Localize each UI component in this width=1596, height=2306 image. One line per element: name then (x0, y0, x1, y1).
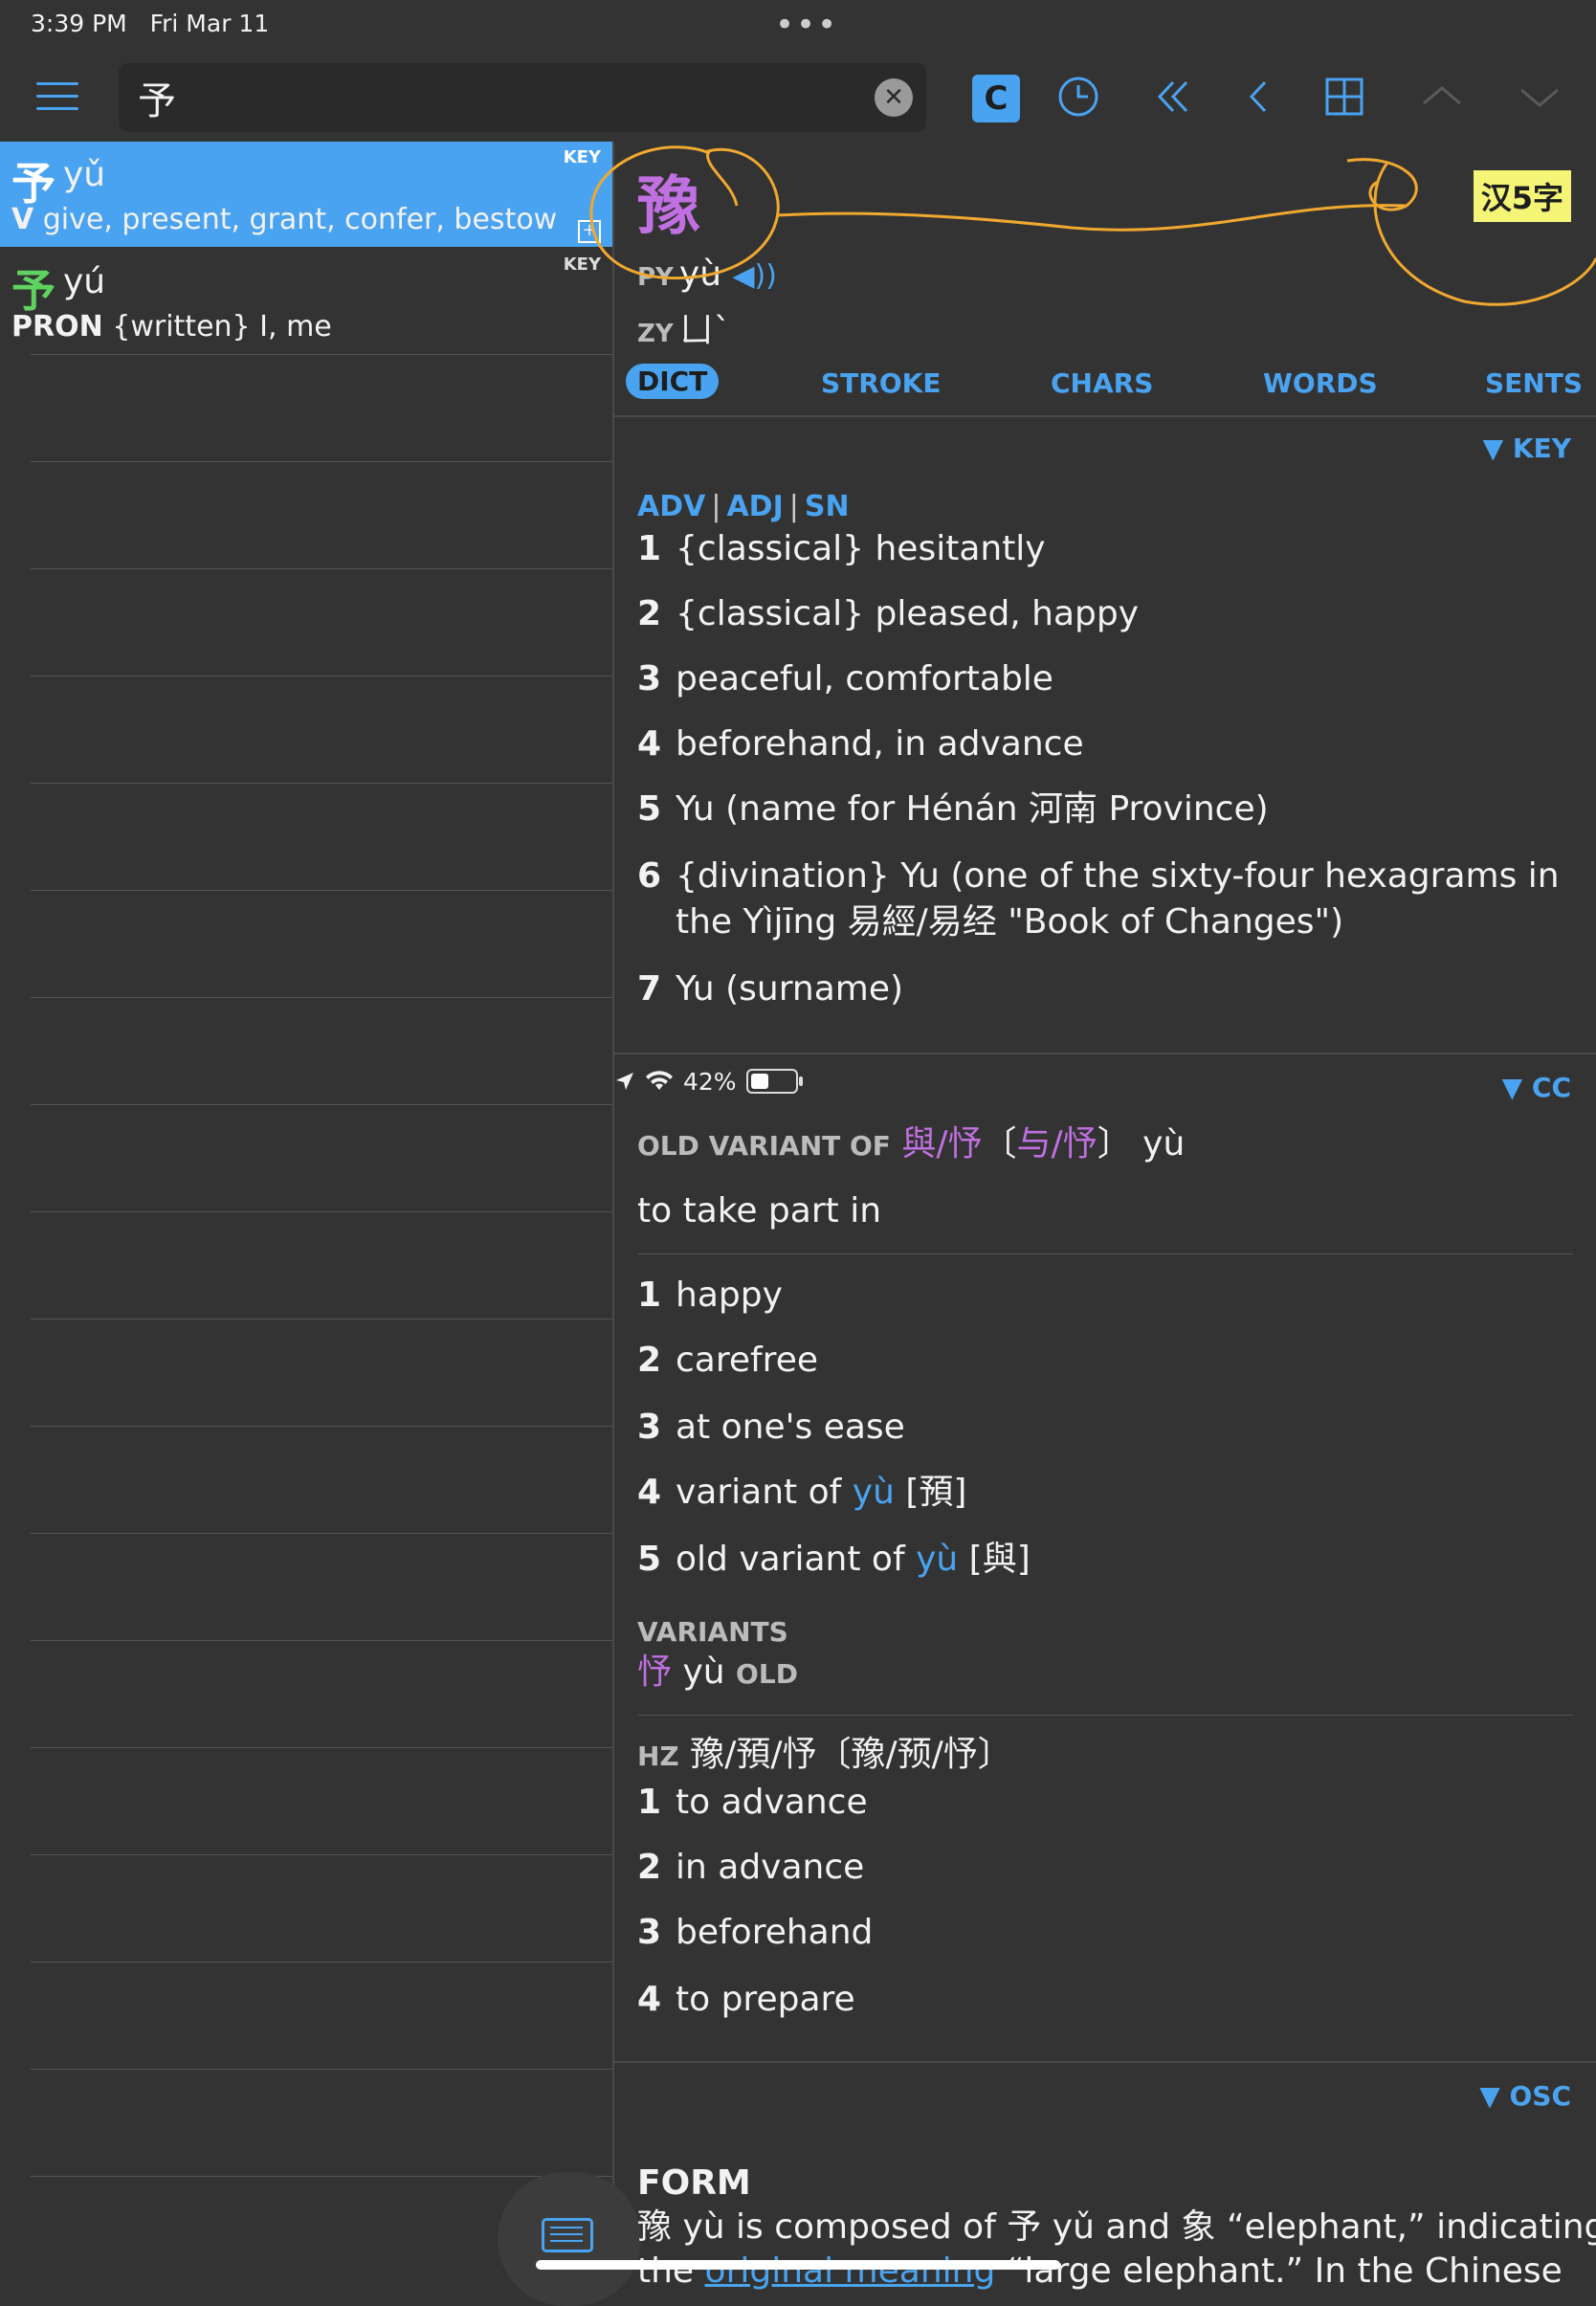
form-text-continued: the original meaning “large elephant.” I… (637, 2251, 1563, 2291)
definition-item: 3 peaceful, comfortable (637, 659, 1053, 698)
definition-item: 2 carefree (637, 1341, 818, 1380)
home-indicator[interactable] (536, 2260, 1060, 2270)
zhuyin: ㄩˋ (678, 311, 731, 350)
result-definition: V give, present, grant, confer, bestow (11, 203, 558, 236)
definition-item: 7 Yu (surname) (637, 969, 904, 1009)
history-icon[interactable] (1054, 75, 1102, 122)
old-variant-line: OLD VARIANT OF 與/忬〔与/忬〕 yù (637, 1124, 1186, 1164)
detail-tabs: DICT STROKE CHARS WORDS SENTS (614, 360, 1596, 417)
definition-item: 1 {classical} hesitantly (637, 529, 1046, 568)
speaker-icon[interactable]: ◀)) (732, 259, 776, 293)
row-separator (31, 1104, 612, 1105)
tab-sents[interactable]: SENTS (1485, 367, 1583, 399)
search-box[interactable]: ✕ (119, 63, 926, 132)
row-separator (31, 354, 612, 355)
zhuyin-line: ZY ㄩˋ (637, 311, 731, 350)
definition-item: 5 Yu (name for Hénán 河南 Province) (637, 789, 1269, 829)
pinyin: yù (678, 255, 722, 294)
expand-icon[interactable]: + (578, 220, 601, 243)
search-input[interactable] (136, 71, 867, 124)
definition-item: 1 happy (637, 1275, 783, 1315)
definition-item: 1 to advance (637, 1783, 868, 1822)
form-text: 豫 yù is composed of 予 yǔ and 象 “elephant… (637, 2207, 1596, 2247)
osc-section-toggle[interactable]: ▼ OSC (1479, 2080, 1571, 2112)
part-of-speech: ADV | ADJ | SN (637, 490, 850, 523)
row-separator (31, 1533, 612, 1534)
section-divider (614, 1053, 1596, 1054)
section-divider (614, 2061, 1596, 2063)
result-tag: KEY (563, 147, 601, 167)
definition-item: 2 {classical} pleased, happy (637, 594, 1140, 633)
pinyin-link[interactable]: yù (853, 1473, 895, 1512)
double-back-icon[interactable] (1150, 75, 1198, 122)
definition-item: 4 to prepare (637, 1980, 855, 2019)
keyboard-icon (542, 2218, 593, 2252)
tab-stroke[interactable]: STROKE (821, 367, 941, 399)
tab-chars[interactable]: CHARS (1051, 367, 1153, 399)
back-icon[interactable] (1234, 75, 1282, 122)
old-variant-meaning: to take part in (637, 1191, 882, 1231)
row-separator (31, 890, 612, 891)
row-separator (31, 568, 612, 569)
row-separator (31, 461, 612, 462)
definition-item: 3 beforehand (637, 1913, 874, 1952)
result-item[interactable]: 予 yú PRON {written} I, me KEY (0, 249, 612, 354)
clear-icon[interactable]: ✕ (875, 78, 913, 117)
definition-item: 3 at one's ease (637, 1408, 905, 1447)
key-section-toggle[interactable]: ▼ KEY (1483, 432, 1571, 464)
variants-label: VARIANTS (637, 1616, 788, 1648)
result-pinyin: yú (63, 262, 106, 301)
cc-section-toggle[interactable]: ▼ CC (1502, 1072, 1571, 1103)
result-pinyin: yǔ (63, 155, 106, 194)
hsk-badge: 汉5字 (1473, 170, 1571, 222)
row-separator (31, 1426, 612, 1427)
variant-item[interactable]: 忬 yù OLD (637, 1650, 1575, 1697)
headword[interactable]: 豫 (637, 155, 700, 247)
divider (637, 1253, 1573, 1254)
toolbar: ✕ C (0, 57, 1596, 140)
result-item[interactable]: 予 yǔ V give, present, grant, confer, bes… (0, 142, 612, 247)
row-separator (31, 1211, 612, 1212)
definition-item: 4 variant of yù [預] (637, 1473, 967, 1512)
row-separator (31, 1854, 612, 1855)
row-separator (31, 783, 612, 784)
definition-item: 6 {divination} Yu (one of the sixty-four … (637, 856, 1560, 942)
row-separator (31, 2176, 612, 2177)
result-definition: PRON {written} I, me (11, 310, 332, 344)
tab-dict[interactable]: DICT (626, 364, 720, 399)
form-label: FORM (637, 2163, 751, 2203)
pinyin-line: PY yù ◀)) (637, 255, 777, 294)
row-separator (31, 997, 612, 998)
chevron-down-icon[interactable] (1516, 75, 1563, 122)
divider (637, 1715, 1573, 1716)
hz-chars-line: HZ 豫/預/忬〔豫/预/忬〕 (637, 1735, 1012, 1774)
entry-detail: 豫 汉5字 PY yù ◀)) ZY ㄩˋ DICT STROKE CHARS WO… (614, 142, 1596, 2291)
add-to-flashcards-icon[interactable] (1320, 75, 1368, 122)
row-separator (31, 1747, 612, 1748)
variant-link[interactable]: 与/忬 (1017, 1124, 1097, 1164)
row-separator (31, 2069, 612, 2070)
result-tag: KEY (563, 255, 601, 275)
variant-link[interactable]: 與/忬 (901, 1124, 982, 1164)
clipboard-reader-button[interactable]: C (972, 75, 1020, 122)
definition-item: 5 old variant of yù [與] (637, 1540, 1031, 1579)
pinyin-link[interactable]: yù (916, 1540, 958, 1579)
chevron-up-icon[interactable] (1418, 75, 1466, 122)
status-time: 3:39 PM Fri Mar 11 (31, 10, 270, 37)
results-list: 予 yǔ V give, present, grant, confer, bes… (0, 142, 614, 2285)
status-bar: 3:39 PM Fri Mar 11 ••• 42% (0, 0, 1596, 1096)
definition-item: 4 beforehand, in advance (637, 724, 1084, 764)
menu-icon[interactable] (36, 82, 78, 111)
definition-item: 2 in advance (637, 1848, 865, 1887)
row-separator (31, 1640, 612, 1641)
tab-words[interactable]: WORDS (1263, 367, 1378, 399)
